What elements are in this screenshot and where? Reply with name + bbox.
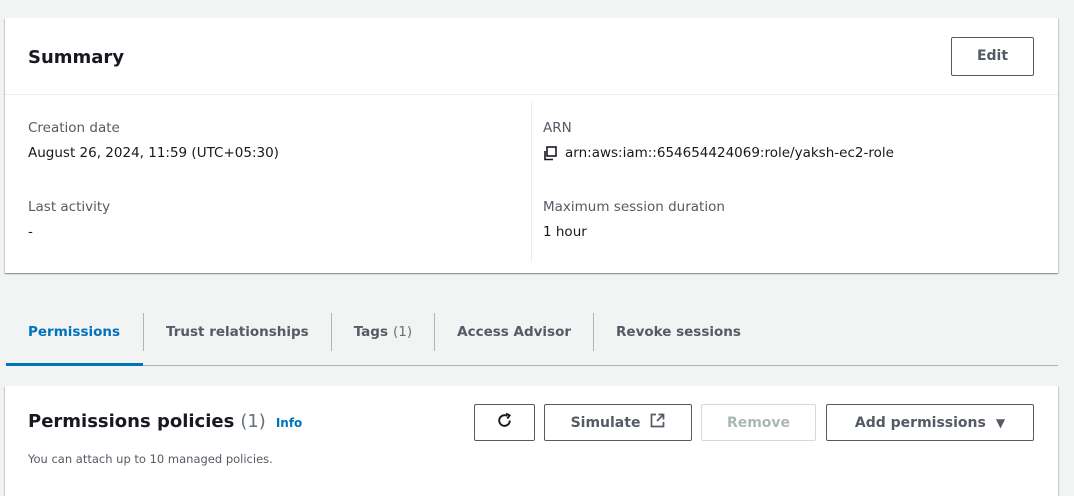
tab-permissions[interactable]: Permissions: [6, 308, 144, 366]
last-activity-value: -: [28, 224, 33, 240]
permissions-policies-title: Permissions policies: [28, 411, 235, 432]
info-link[interactable]: Info: [276, 416, 302, 430]
arn-value-row: arn:aws:iam::654654424069:role/yaksh-ec2…: [543, 145, 894, 161]
caret-down-icon: ▼: [995, 415, 1006, 430]
tab-access-advisor[interactable]: Access Advisor: [435, 308, 593, 356]
creation-date-label: Creation date: [28, 120, 120, 136]
tab-trust-relationships[interactable]: Trust relationships: [144, 308, 331, 356]
column-divider: [531, 101, 532, 262]
simulate-button[interactable]: Simulate: [544, 404, 692, 441]
tab-revoke-sessions-label: Revoke sessions: [616, 324, 741, 340]
add-permissions-button[interactable]: Add permissions ▼: [826, 404, 1034, 441]
max-session-value: 1 hour: [543, 224, 587, 240]
creation-date-field: Creation date August 26, 2024, 11:59 (UT…: [28, 120, 279, 161]
max-session-field: Maximum session duration 1 hour: [543, 199, 725, 240]
permissions-policies-description: You can attach up to 10 managed policies…: [28, 452, 273, 466]
summary-panel: Summary Edit Creation date August 26, 20…: [5, 18, 1058, 273]
permissions-policies-heading: Permissions policies (1) Info: [28, 411, 302, 432]
arn-label: ARN: [543, 120, 572, 136]
creation-date-value: August 26, 2024, 11:59 (UTC+05:30): [28, 145, 279, 161]
tab-tags-label: Tags: [353, 324, 388, 340]
summary-body: Creation date August 26, 2024, 11:59 (UT…: [5, 95, 1058, 272]
remove-button[interactable]: Remove: [701, 404, 816, 441]
arn-field: ARN arn:aws:iam::654654424069:role/yaksh…: [543, 120, 894, 161]
role-tabs: Permissions Trust relationships Tags (1)…: [6, 308, 1058, 366]
edit-button[interactable]: Edit: [951, 36, 1034, 76]
last-activity-field: Last activity -: [28, 199, 110, 240]
tab-permissions-label: Permissions: [28, 324, 121, 340]
refresh-button[interactable]: [474, 404, 535, 441]
add-permissions-label: Add permissions: [854, 414, 986, 431]
tab-trust-relationships-label: Trust relationships: [166, 324, 309, 340]
last-activity-label: Last activity: [28, 199, 111, 215]
external-link-icon: [650, 413, 665, 432]
simulate-label: Simulate: [570, 414, 641, 431]
tab-revoke-sessions[interactable]: Revoke sessions: [594, 308, 763, 356]
permissions-policies-count: (1): [240, 411, 266, 432]
arn-value: arn:aws:iam::654654424069:role/yaksh-ec2…: [565, 145, 894, 161]
tab-tags-count: (1): [393, 324, 413, 340]
tab-access-advisor-label: Access Advisor: [457, 324, 572, 340]
copy-icon[interactable]: [543, 145, 557, 161]
permissions-policies-panel: Permissions policies (1) Info You can at…: [5, 386, 1058, 496]
tab-tags[interactable]: Tags (1): [332, 308, 434, 356]
max-session-label: Maximum session duration: [543, 199, 725, 215]
refresh-icon: [496, 412, 513, 433]
summary-title: Summary: [28, 46, 125, 68]
summary-header: Summary Edit: [5, 18, 1058, 95]
